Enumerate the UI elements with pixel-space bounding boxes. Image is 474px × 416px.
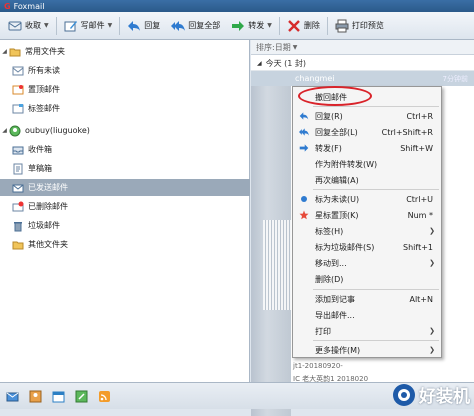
reply-icon bbox=[128, 20, 141, 31]
sidebar-item-sent[interactable]: 已发送邮件 bbox=[0, 179, 250, 196]
menu-item-more[interactable]: 更多操作(M) ❯ bbox=[293, 342, 441, 358]
context-menu: 撤回邮件 回复(R) Ctrl+R 回复全部(L) Ctrl+Shift+R 转… bbox=[292, 86, 442, 358]
pinned-mail-icon bbox=[12, 84, 24, 96]
mail-icon[interactable] bbox=[6, 390, 19, 403]
menu-item-edit-again[interactable]: 再次编辑(A) bbox=[293, 172, 441, 188]
sidebar-item-junk[interactable]: 垃圾邮件 bbox=[0, 217, 250, 234]
star-icon bbox=[299, 210, 309, 220]
menu-divider bbox=[313, 289, 439, 290]
chevron-right-icon: ❯ bbox=[429, 346, 435, 354]
junk-icon bbox=[12, 220, 24, 232]
delete-button[interactable]: 删除 bbox=[283, 16, 324, 36]
drafts-icon bbox=[12, 163, 24, 175]
menu-item-forward-attachment[interactable]: 作为附件转发(W) bbox=[293, 156, 441, 172]
compose-button[interactable]: 写邮件 ▼ bbox=[60, 16, 117, 36]
delete-icon bbox=[288, 19, 300, 32]
watermark: 好装机 bbox=[392, 382, 470, 407]
collapse-triangle-icon[interactable]: ◢ bbox=[257, 60, 262, 67]
reply-icon bbox=[299, 111, 309, 121]
chevron-right-icon: ❯ bbox=[429, 327, 435, 335]
menu-item-star-pin[interactable]: 星标置顶(K) Num * bbox=[293, 207, 441, 223]
reply-button[interactable]: 回复 bbox=[123, 16, 164, 36]
account-oubuy[interactable]: ◢ oubuy(liuguoke) bbox=[0, 122, 250, 139]
rss-icon[interactable] bbox=[98, 390, 111, 403]
tag-mail-icon bbox=[12, 103, 24, 115]
sidebar-item-all-unread[interactable]: 所有未读 bbox=[0, 62, 250, 79]
receive-button[interactable]: 收取 ▼ bbox=[4, 16, 53, 36]
sidebar-item-other-folders[interactable]: 其他文件夹 bbox=[0, 236, 250, 253]
account-icon bbox=[9, 125, 21, 137]
sidebar-item-deleted[interactable]: 已删除邮件 bbox=[0, 198, 250, 215]
reply-all-icon bbox=[171, 20, 186, 31]
foxmail-logo-icon: G bbox=[4, 1, 11, 11]
calendar-icon[interactable] bbox=[52, 390, 65, 403]
toolbar-divider bbox=[278, 16, 280, 35]
menu-item-export[interactable]: 导出邮件... bbox=[293, 307, 441, 323]
toolbar-divider bbox=[119, 16, 121, 35]
chevron-right-icon: ❯ bbox=[429, 259, 435, 267]
menu-item-tags[interactable]: 标签(H) ❯ bbox=[293, 223, 441, 239]
blurred-content bbox=[263, 220, 293, 310]
chevron-down-icon[interactable]: ◢ bbox=[0, 48, 9, 55]
sidebar-item-tagged[interactable]: 标签邮件 bbox=[0, 100, 250, 117]
reply-all-icon bbox=[299, 127, 309, 137]
foxmail-window: G Foxmail 收取 ▼ 写邮件 ▼ 回复 回复全部 转发 ▼ 删除 打印预… bbox=[0, 0, 474, 416]
folder-sidebar: ◢ 常用文件夹 所有未读 置顶邮件 标签邮件 ◢ oubuy(liuguoke)… bbox=[0, 40, 250, 382]
mail-sender: changmei bbox=[295, 74, 335, 83]
sent-icon bbox=[12, 182, 24, 194]
window-title: Foxmail bbox=[13, 1, 45, 11]
title-bar: G Foxmail bbox=[0, 0, 474, 12]
mail-row[interactable]: changmei 7分钟前 bbox=[251, 71, 474, 86]
menu-divider bbox=[313, 189, 439, 190]
folder-icon bbox=[12, 239, 24, 251]
inbox-icon bbox=[12, 144, 24, 156]
print-preview-icon bbox=[335, 19, 349, 32]
forward-icon bbox=[232, 20, 245, 31]
print-preview-button[interactable]: 打印预览 bbox=[331, 16, 388, 36]
notes-icon[interactable] bbox=[75, 390, 88, 403]
toolbar-divider bbox=[55, 16, 57, 35]
main-toolbar: 收取 ▼ 写邮件 ▼ 回复 回复全部 转发 ▼ 删除 打印预览 bbox=[0, 12, 474, 40]
menu-divider bbox=[313, 340, 439, 341]
forward-icon bbox=[299, 143, 309, 153]
chevron-down-icon[interactable]: ▼ bbox=[108, 22, 113, 29]
chevron-down-icon[interactable]: ▼ bbox=[267, 22, 272, 29]
chevron-right-icon: ❯ bbox=[429, 227, 435, 235]
chevron-down-icon[interactable]: ▼ bbox=[44, 22, 49, 29]
contacts-icon[interactable] bbox=[29, 390, 42, 403]
sidebar-item-pinned[interactable]: 置顶邮件 bbox=[0, 81, 250, 98]
sort-selector[interactable]: 排序:日期 ▼ bbox=[251, 40, 474, 55]
menu-item-move-to[interactable]: 移动到... ❯ bbox=[293, 255, 441, 271]
mail-time: 7分钟前 bbox=[442, 74, 468, 83]
toolbar-divider bbox=[326, 16, 328, 35]
compose-icon bbox=[64, 20, 77, 31]
reply-all-button[interactable]: 回复全部 bbox=[167, 16, 224, 36]
chevron-down-icon: ▼ bbox=[292, 43, 298, 51]
menu-divider bbox=[313, 106, 439, 107]
status-bar: 好装机 bbox=[0, 382, 474, 409]
menu-item-add-note[interactable]: 添加到记事 Alt+N bbox=[293, 291, 441, 307]
forward-button[interactable]: 转发 ▼ bbox=[227, 16, 276, 36]
folder-icon bbox=[9, 46, 21, 58]
menu-item-forward[interactable]: 转发(F) Shift+W bbox=[293, 140, 441, 156]
mail-subject: jt1-20180920- bbox=[293, 362, 343, 370]
chevron-down-icon[interactable]: ◢ bbox=[0, 127, 9, 134]
watermark-logo-icon bbox=[393, 383, 415, 406]
menu-item-print[interactable]: 打印 ❯ bbox=[293, 323, 441, 339]
menu-item-reply-all[interactable]: 回复全部(L) Ctrl+Shift+R bbox=[293, 124, 441, 140]
sidebar-item-drafts[interactable]: 草稿箱 bbox=[0, 160, 250, 177]
menu-item-reply[interactable]: 回复(R) Ctrl+R bbox=[293, 108, 441, 124]
menu-item-mark-junk[interactable]: 标为垃圾邮件(S) Shift+1 bbox=[293, 239, 441, 255]
menu-item-delete[interactable]: 删除(D) bbox=[293, 271, 441, 287]
folder-group-favorites[interactable]: ◢ 常用文件夹 bbox=[0, 43, 250, 60]
receive-icon bbox=[8, 21, 22, 30]
sidebar-item-inbox[interactable]: 收件箱 bbox=[0, 141, 250, 158]
unread-dot-icon bbox=[299, 194, 309, 204]
date-group-today[interactable]: ◢ 今天 (1 封) bbox=[251, 56, 474, 71]
unread-mail-icon bbox=[12, 65, 24, 77]
menu-item-mark-unread[interactable]: 标为未读(U) Ctrl+U bbox=[293, 191, 441, 207]
annotation-circle bbox=[298, 86, 372, 106]
deleted-icon bbox=[12, 201, 24, 213]
